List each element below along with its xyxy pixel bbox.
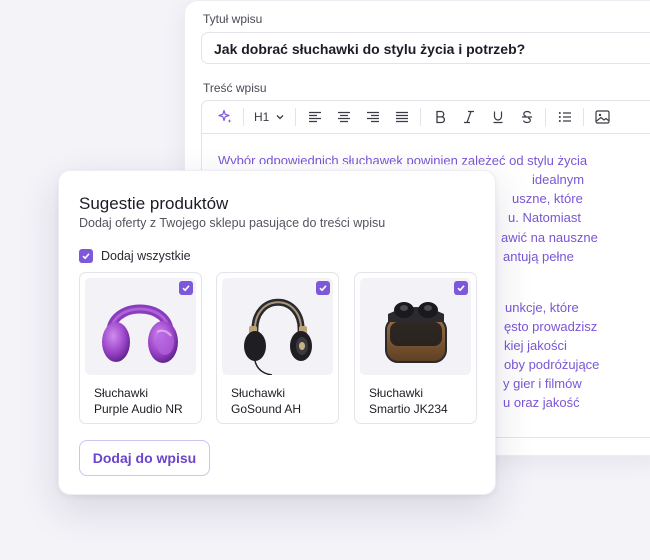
product-card[interactable]: Słuchawki GoSound AH (216, 272, 339, 424)
content-line: kiej jakości (504, 338, 567, 353)
align-left-icon (308, 111, 321, 123)
insert-image-button[interactable] (588, 105, 617, 129)
content-line: y gier i filmów (503, 376, 582, 391)
product-name: Słuchawki GoSound AH (231, 386, 302, 416)
bold-icon (436, 110, 445, 124)
product-card[interactable]: Słuchawki Smartio JK234 (354, 272, 477, 424)
check-icon (457, 285, 465, 292)
toolbar-separator (420, 108, 422, 126)
panel-subtitle: Dodaj oferty z Twojego sklepu pasujące d… (79, 216, 386, 230)
bullet-list-icon (558, 112, 571, 122)
checkbox-checked[interactable] (79, 249, 93, 263)
content-line: ęsto prowadzisz (504, 319, 598, 334)
content-line: unkcje, które (505, 300, 579, 315)
align-right-button[interactable] (358, 105, 387, 129)
strikethrough-button[interactable] (512, 105, 541, 129)
bold-button[interactable] (425, 105, 454, 129)
heading-select-value: H1 (254, 110, 270, 124)
underline-icon (493, 111, 503, 124)
align-justify-icon (395, 111, 408, 123)
toolbar-separator (583, 108, 585, 126)
align-center-button[interactable] (329, 105, 358, 129)
check-icon (182, 285, 190, 292)
check-icon (319, 285, 327, 292)
bullet-list-button[interactable] (550, 105, 579, 129)
product-checkbox[interactable] (454, 281, 468, 295)
align-justify-button[interactable] (387, 105, 416, 129)
toolbar-separator (295, 108, 297, 126)
content-line: uszne, które (512, 191, 583, 206)
underline-button[interactable] (483, 105, 512, 129)
content-line: idealnym (532, 172, 585, 187)
image-icon (595, 110, 610, 124)
product-checkbox[interactable] (179, 281, 193, 295)
content-line: antują pełne (503, 249, 574, 264)
product-card[interactable]: Słuchawki Purple Audio NR (79, 272, 202, 424)
add-all-label: Dodaj wszystkie (101, 249, 191, 263)
content-line: u oraz jakość (503, 395, 580, 410)
toolbar-separator (545, 108, 547, 126)
chevron-down-icon (276, 115, 284, 120)
align-left-button[interactable] (300, 105, 329, 129)
panel-title: Sugestie produktów (79, 194, 229, 213)
strikethrough-icon (521, 110, 532, 124)
title-input[interactable]: Jak dobrać słuchawki do stylu życia i po… (201, 32, 650, 64)
align-right-icon (366, 111, 379, 123)
add-all-checkbox[interactable]: Dodaj wszystkie (79, 249, 191, 263)
italic-icon (463, 110, 474, 124)
toolbar-separator (243, 108, 244, 126)
align-center-icon (337, 111, 350, 123)
content-label: Treść wpisu (203, 81, 267, 95)
content-line: awić na nauszne (501, 230, 598, 245)
heading-select[interactable]: H1 (248, 110, 291, 124)
editor-toolbar: H1 (201, 100, 650, 134)
product-suggestions-panel: Sugestie produktów Dodaj oferty z Twojeg… (58, 170, 496, 495)
add-to-post-button[interactable]: Dodaj do wpisu (79, 440, 210, 476)
italic-button[interactable] (454, 105, 483, 129)
sparkle-icon (217, 109, 231, 123)
title-label: Tytuł wpisu (203, 12, 263, 26)
check-icon (82, 253, 90, 260)
product-checkbox[interactable] (316, 281, 330, 295)
content-line: u. Natomiast (508, 210, 581, 225)
content-line: oby podróżujące (504, 357, 600, 372)
ai-sparkle-button[interactable] (210, 105, 239, 129)
product-name: Słuchawki Smartio JK234 (369, 386, 448, 416)
product-name: Słuchawki Purple Audio NR (94, 386, 183, 416)
